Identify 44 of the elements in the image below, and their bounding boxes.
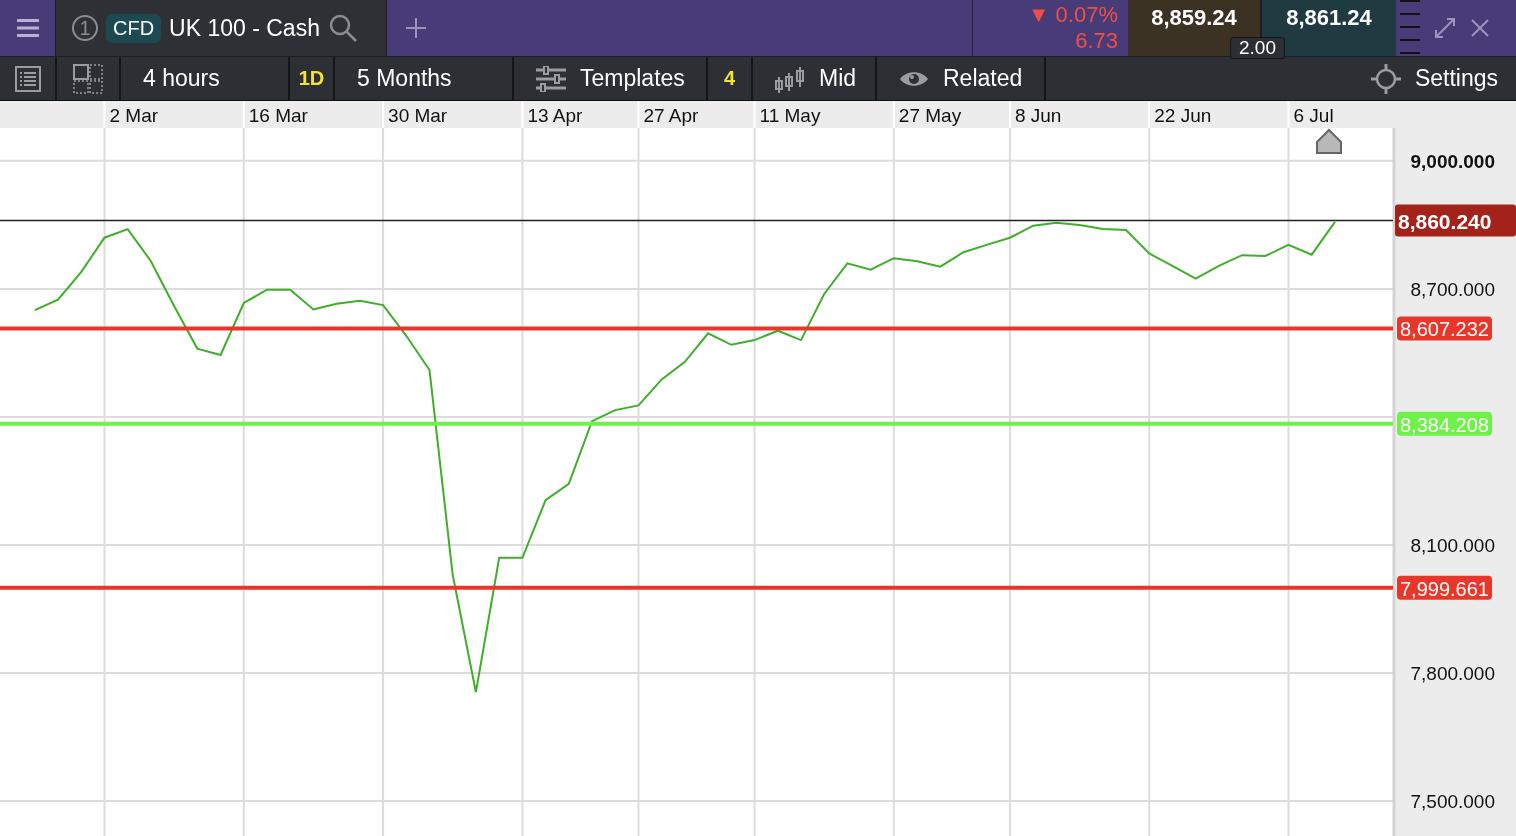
date-label: 27 May xyxy=(898,105,962,126)
level-line[interactable] xyxy=(0,585,1393,590)
level-line[interactable] xyxy=(0,326,1393,331)
expand-button[interactable] xyxy=(1434,17,1456,39)
date-label: 2 Mar xyxy=(109,105,159,126)
date-label: 13 Apr xyxy=(527,105,583,126)
date-label: 30 Mar xyxy=(388,105,448,126)
level-price-tag: 8,607.232 xyxy=(1397,316,1492,341)
ladder-icon xyxy=(1400,0,1420,56)
instrument-title: UK 100 - Cash xyxy=(169,14,320,42)
spread-value: 2.00 xyxy=(1230,37,1285,59)
current-price-tag: 8,860.240 xyxy=(1395,204,1516,237)
price-label: 7,500.000 xyxy=(1410,791,1495,812)
date-label: 8 Jun xyxy=(1014,105,1062,126)
expand-icon xyxy=(1434,17,1456,39)
close-button[interactable] xyxy=(1470,18,1490,38)
level-price-tag: 8,384.208 xyxy=(1397,411,1492,436)
ref-line-label: 8,860.240 xyxy=(1398,209,1492,233)
plus-icon xyxy=(405,17,427,39)
price-chart[interactable]: 2 Mar 16 Mar 30 Mar 13 Apr 27 Apr 11 May 27 May 8 Jun 22 Jun 6 Jul 9,000.000 8,700.000 8,100.000 7,800.000 7,500.000 8,860.240 8,607.232 8,384.208 7,999.661 xyxy=(0,101,1516,836)
price-label: 8,700.000 xyxy=(1410,278,1495,300)
date-label: 11 May xyxy=(759,105,821,126)
date-label: 27 Apr xyxy=(643,105,699,126)
depth-button[interactable] xyxy=(1400,0,1420,56)
tab-number: 1 xyxy=(72,15,98,41)
close-icon xyxy=(1470,18,1490,38)
date-label: 22 Jun xyxy=(1154,105,1212,126)
instrument-tab[interactable]: 1 CFD UK 100 - Cash xyxy=(55,0,387,56)
sliders-icon xyxy=(536,65,566,92)
candlestick-icon xyxy=(775,64,805,93)
price-label: 9,000.000 xyxy=(1410,150,1495,172)
date-label: 16 Mar xyxy=(248,105,308,126)
price-label: 7,800.000 xyxy=(1410,663,1495,684)
menu-icon xyxy=(16,19,39,37)
change-percent: ▼ 0.07% xyxy=(1027,2,1118,28)
date-label: 6 Jul xyxy=(1293,105,1334,126)
change-points: 6.73 xyxy=(1075,28,1118,54)
list-icon xyxy=(14,65,41,92)
search-icon[interactable] xyxy=(327,13,358,43)
level-price-tag: 7,999.661 xyxy=(1397,575,1492,600)
instrument-type-badge: CFD xyxy=(106,13,162,43)
settings-icon xyxy=(1370,63,1401,94)
price-label: 8,100.000 xyxy=(1410,534,1495,556)
layout-icon xyxy=(73,63,103,94)
